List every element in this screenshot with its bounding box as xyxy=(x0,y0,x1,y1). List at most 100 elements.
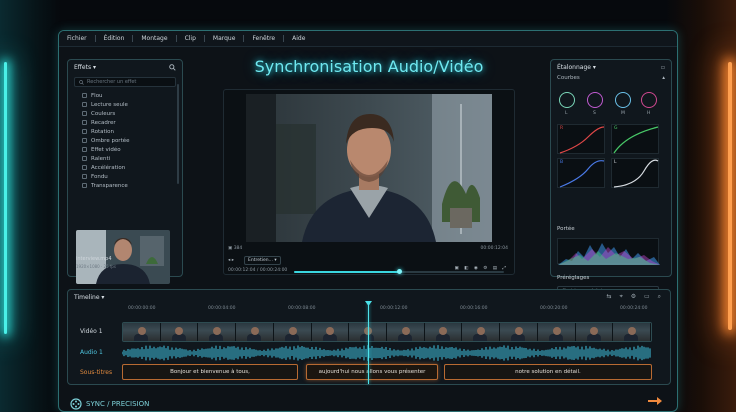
menu-divider xyxy=(94,35,96,42)
effect-label: Ralenti xyxy=(91,155,111,162)
effect-label: Recadrer xyxy=(91,119,116,126)
menu-marque[interactable]: Marque xyxy=(213,35,236,42)
video-thumb xyxy=(462,323,501,341)
grading-title-dropdown[interactable]: Étalonnage ▾ xyxy=(557,64,596,71)
playback-progress[interactable] xyxy=(294,269,504,274)
presets-label: Préréglages xyxy=(557,275,590,281)
viewer-tools[interactable]: ▣ ◧ ◉ ⚙ ▤ ⤢ xyxy=(455,265,508,271)
timeline-title-dropdown[interactable]: Timeline ▾ xyxy=(74,294,104,301)
effect-item[interactable]: Lecture seule xyxy=(68,100,182,109)
menu-divider xyxy=(132,35,134,42)
effect-item[interactable]: Accélération xyxy=(68,163,182,172)
checkbox[interactable] xyxy=(82,102,87,107)
scope-label: Portée xyxy=(557,226,575,232)
color-wheel-midtones[interactable] xyxy=(615,92,631,108)
menu-aide[interactable]: Aide xyxy=(292,35,305,42)
audio-track-waveform[interactable] xyxy=(122,344,652,362)
checkbox[interactable] xyxy=(82,183,87,188)
resolution-value: 384 xyxy=(233,246,243,251)
video-frame[interactable] xyxy=(246,94,492,242)
video-thumb xyxy=(273,323,312,341)
viewer-timecode: 00:00:12:04 xyxy=(480,246,508,251)
menu-fenetre[interactable]: Fenêtre xyxy=(252,35,275,42)
curve-green[interactable] xyxy=(611,124,659,154)
video-thumb xyxy=(537,323,576,341)
checkbox[interactable] xyxy=(82,156,87,161)
checkbox[interactable] xyxy=(82,165,87,170)
curve-label: B xyxy=(560,160,564,165)
menu-divider xyxy=(175,35,177,42)
video-thumb xyxy=(311,323,350,341)
timeline-playhead[interactable] xyxy=(368,302,369,384)
effect-item[interactable]: Recadrer xyxy=(68,118,182,127)
effect-label: Accélération xyxy=(91,164,126,171)
effect-label: Flou xyxy=(91,92,103,99)
effects-search-placeholder: Rechercher un effet xyxy=(87,79,137,85)
film-reel-icon xyxy=(70,398,82,410)
curve-label: G xyxy=(614,126,618,131)
color-wheel-lift[interactable] xyxy=(559,92,575,108)
video-track-clip[interactable] xyxy=(122,322,652,342)
clip-filename: interview.mp4 xyxy=(76,256,112,262)
checkbox[interactable] xyxy=(82,129,87,134)
effects-title: Effets xyxy=(74,64,92,71)
checkbox[interactable] xyxy=(82,93,87,98)
editor-window: Fichier Édition Montage Clip Marque Fenê… xyxy=(58,30,678,412)
effect-item[interactable]: Flou xyxy=(68,91,182,100)
chevron-down-icon: ▾ xyxy=(93,64,97,71)
neon-light-left xyxy=(4,62,7,334)
color-wheel-shadows[interactable] xyxy=(587,92,603,108)
effect-item[interactable]: Effet vidéo xyxy=(68,145,182,154)
effect-item[interactable]: Couleurs xyxy=(68,109,182,118)
effects-search-input[interactable]: Rechercher un effet xyxy=(74,77,176,87)
effect-item[interactable]: Transparence xyxy=(68,181,182,190)
checkbox[interactable] xyxy=(82,147,87,152)
video-thumb xyxy=(123,323,161,341)
playback-scrubber[interactable] xyxy=(397,269,402,274)
video-thumb xyxy=(198,323,237,341)
effects-title-dropdown[interactable]: Effets ▾ xyxy=(74,64,96,71)
curve-red[interactable] xyxy=(557,124,605,154)
timecode-current: 00:00:12:04 / 00:00:24:00 xyxy=(228,268,288,273)
menu-fichier[interactable]: Fichier xyxy=(67,35,87,42)
effect-item[interactable]: Fondu xyxy=(68,172,182,181)
checkbox[interactable] xyxy=(82,120,87,125)
footer-brand: SYNC / PRECISION xyxy=(70,398,149,410)
effect-label: Rotation xyxy=(91,128,115,135)
subtitle-clip[interactable]: Bonjour et bienvenue à tous, xyxy=(122,364,298,380)
checkbox[interactable] xyxy=(82,111,87,116)
color-wheel-highlights[interactable] xyxy=(641,92,657,108)
checkbox[interactable] xyxy=(82,138,87,143)
clip-metadata: 1920×1080 · 25 fps xyxy=(76,264,116,269)
panel-options-icon[interactable]: ▫ xyxy=(661,64,665,71)
curve-label: L xyxy=(614,160,617,165)
effects-scrollbar[interactable] xyxy=(177,84,179,184)
ruler-tick: 00:00:16:00 xyxy=(460,306,488,311)
curve-blue[interactable] xyxy=(557,158,605,188)
menu-bar: Fichier Édition Montage Clip Marque Fenê… xyxy=(59,31,677,47)
ambient-glow-left xyxy=(0,0,60,412)
effect-item[interactable]: Rotation xyxy=(68,127,182,136)
collapse-icon[interactable]: ▴ xyxy=(662,75,665,81)
effect-label: Transparence xyxy=(91,182,128,189)
curve-luma[interactable] xyxy=(611,158,659,188)
mode-select[interactable]: Entretien... ▾ xyxy=(244,256,281,265)
play-controls[interactable]: ◂ ▸ xyxy=(228,258,234,263)
search-icon[interactable] xyxy=(169,64,176,71)
subtitle-clip[interactable]: notre solution en détail. xyxy=(444,364,652,380)
footer-label: SYNC / PRECISION xyxy=(86,400,150,408)
menu-edition[interactable]: Édition xyxy=(104,35,125,42)
timeline-tools[interactable]: ⇆ ⌖ ⚙ ▭ ⌕ xyxy=(607,293,664,301)
subtitle-clip-selected[interactable]: aujourd'hui nous allons vous présenter xyxy=(306,364,438,380)
timeline-ruler[interactable]: 00:00:00:00 00:00:04:00 00:00:08:00 00:0… xyxy=(124,306,654,314)
grading-title: Étalonnage xyxy=(557,64,591,71)
video-thumb xyxy=(613,323,651,341)
effects-list: Flou Lecture seule Couleurs Recadrer Rot… xyxy=(68,91,182,190)
viewer-resolution: ▣ 384 xyxy=(228,246,243,251)
checkbox[interactable] xyxy=(82,174,87,179)
effect-item[interactable]: Ombre portée xyxy=(68,136,182,145)
video-thumb xyxy=(500,323,538,341)
menu-clip[interactable]: Clip xyxy=(185,35,196,42)
menu-montage[interactable]: Montage xyxy=(141,35,167,42)
effect-item[interactable]: Ralenti xyxy=(68,154,182,163)
